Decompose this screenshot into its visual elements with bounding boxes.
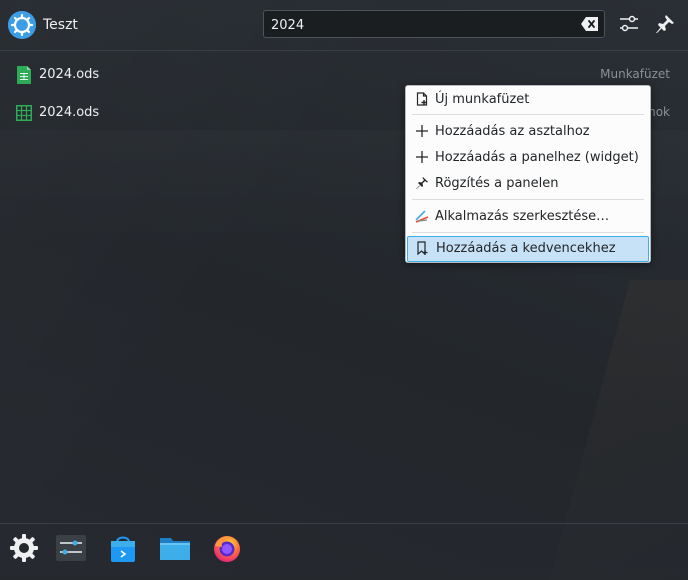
result-name: 2024.ods	[39, 105, 100, 120]
discover-store-icon[interactable]	[107, 532, 139, 564]
configure-icon[interactable]	[618, 13, 640, 35]
spreadsheet-file-icon	[16, 66, 32, 84]
menu-item-add-to-desktop[interactable]: Hozzáadás az asztalhoz	[407, 119, 649, 144]
new-document-icon	[415, 92, 429, 106]
menu-item-label: Hozzáadás a kedvencekhez	[436, 241, 616, 256]
menu-item-add-to-favorites[interactable]: Hozzáadás a kedvencekhez	[407, 236, 649, 262]
menu-separator	[412, 232, 644, 233]
firefox-icon[interactable]	[211, 532, 243, 564]
menu-item-label: Hozzáadás a panelhez (widget)	[435, 150, 639, 165]
menu-item-label: Rögzítés a panelen	[435, 176, 559, 191]
file-manager-icon[interactable]	[159, 532, 191, 564]
search-input[interactable]	[269, 15, 573, 35]
menu-separator	[412, 199, 644, 200]
search-field[interactable]	[263, 10, 605, 38]
result-category: nok	[648, 105, 670, 119]
bookmark-add-icon	[415, 241, 429, 256]
menu-item-edit-application[interactable]: Alkalmazás szerkesztése…	[407, 204, 649, 229]
pin-icon[interactable]	[654, 13, 676, 35]
spreadsheet-grid-icon	[16, 104, 32, 122]
launcher-header: Teszt	[0, 0, 688, 51]
plus-icon	[415, 150, 429, 164]
menu-item-new-spreadsheet[interactable]: Új munkafüzet	[407, 87, 649, 112]
kde-logo-icon[interactable]	[8, 11, 36, 39]
result-category: Munkafüzet	[600, 67, 670, 81]
pin-icon	[415, 176, 429, 190]
menu-separator	[412, 114, 644, 115]
result-name: 2024.ods	[39, 67, 100, 82]
edit-app-icon	[415, 209, 429, 223]
mixer-settings-icon[interactable]	[55, 532, 87, 564]
menu-item-pin-to-panel[interactable]: Rögzítés a panelen	[407, 171, 649, 196]
context-menu: Új munkafüzet Hozzáadás az asztalhoz Hoz…	[405, 85, 651, 263]
clear-search-icon[interactable]	[581, 16, 599, 32]
menu-item-add-to-panel[interactable]: Hozzáadás a panelhez (widget)	[407, 145, 649, 170]
system-settings-icon[interactable]	[8, 532, 40, 564]
menu-item-label: Alkalmazás szerkesztése…	[435, 209, 610, 224]
menu-item-label: Hozzáadás az asztalhoz	[435, 124, 590, 139]
plus-icon	[415, 124, 429, 138]
user-name: Teszt	[43, 17, 78, 33]
bottom-app-bar	[0, 523, 688, 570]
menu-item-label: Új munkafüzet	[435, 92, 530, 107]
